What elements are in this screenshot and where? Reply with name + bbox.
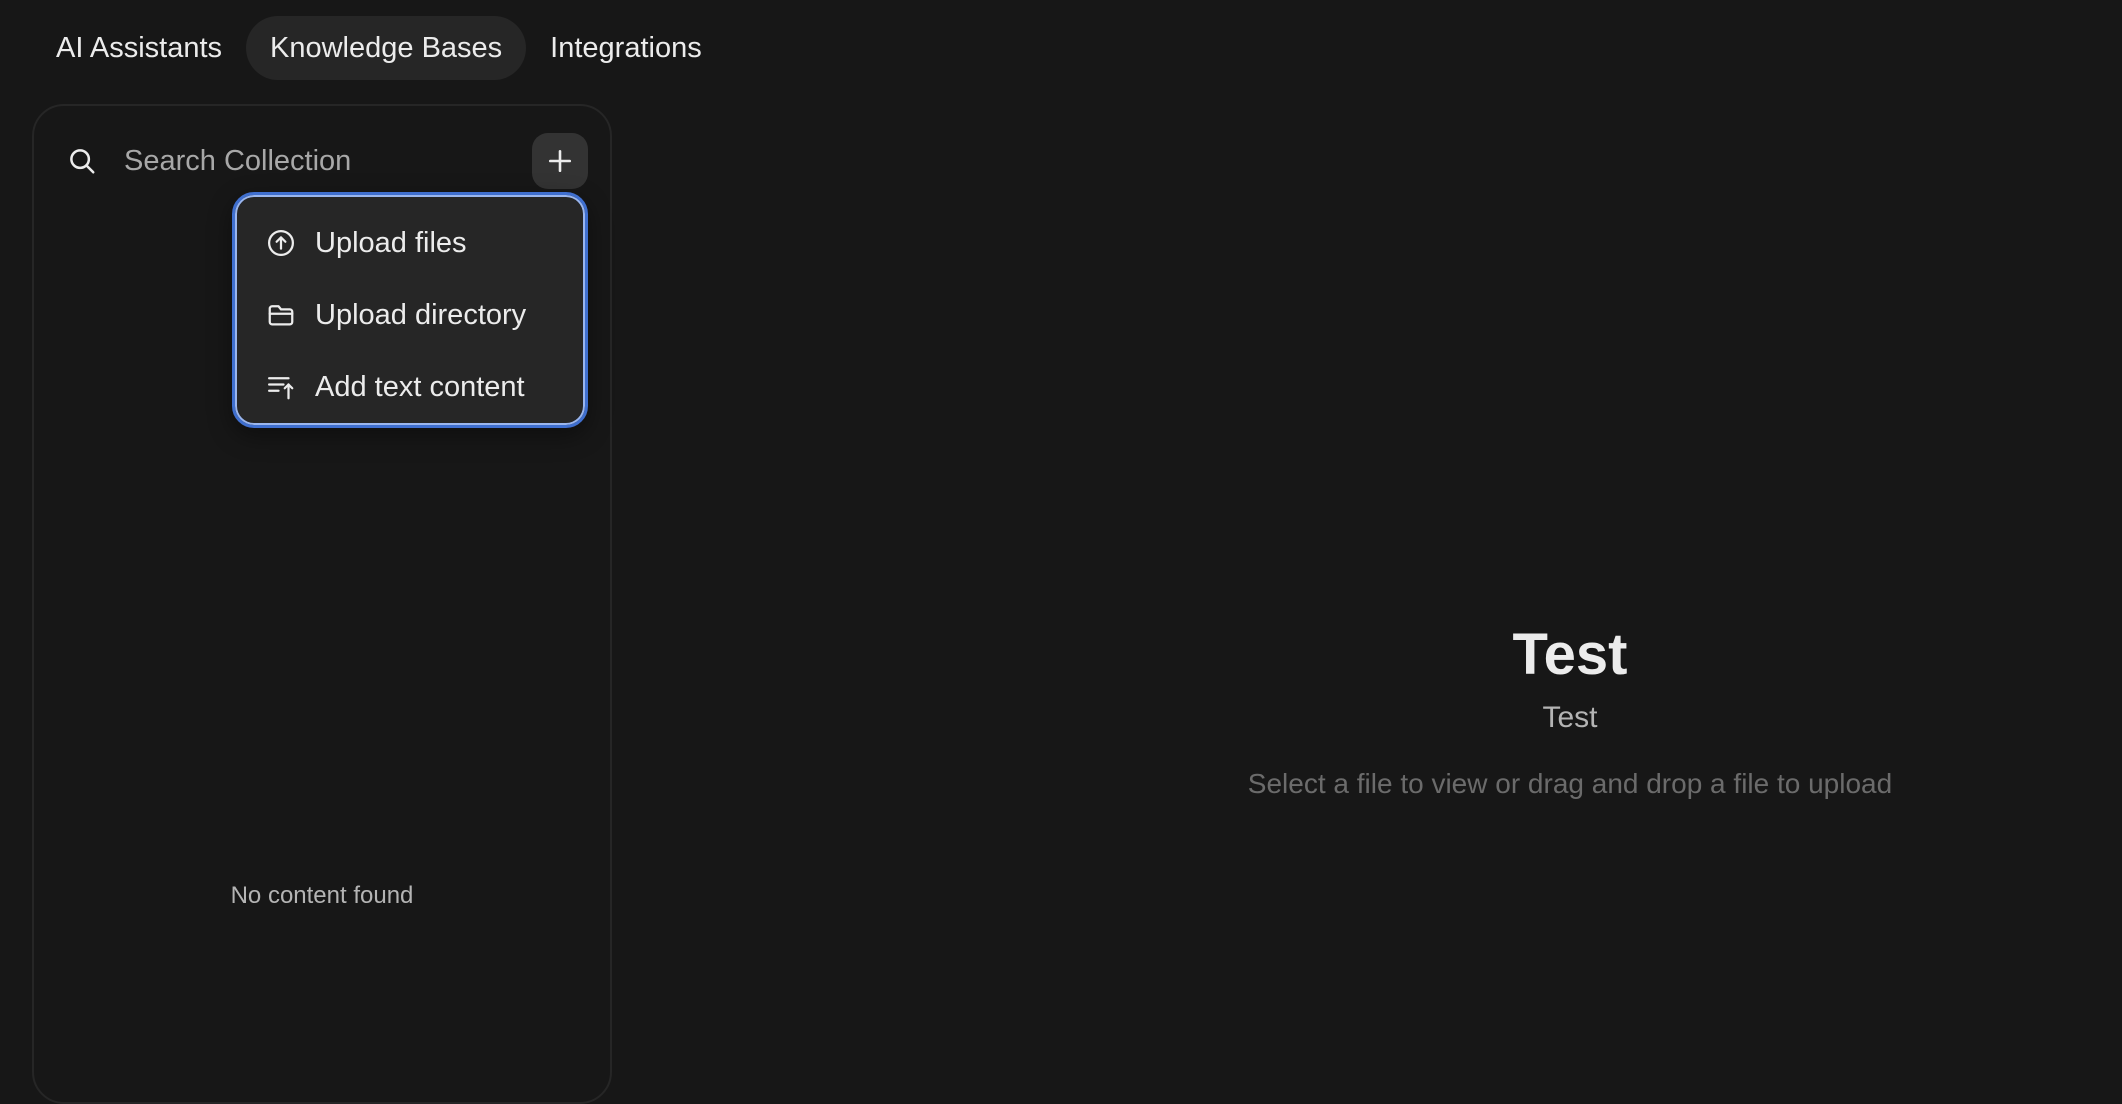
search-row	[64, 132, 588, 190]
add-content-button[interactable]	[532, 133, 588, 189]
search-icon	[64, 143, 100, 179]
tab-knowledge-bases[interactable]: Knowledge Bases	[246, 16, 527, 80]
search-input[interactable]	[122, 136, 532, 186]
menu-item-label: Upload files	[315, 226, 467, 259]
add-content-menu: Upload files Upload directory Add text c…	[232, 192, 588, 428]
knowledge-base-description: Test	[1542, 701, 1598, 734]
tab-ai-assistants[interactable]: AI Assistants	[32, 16, 246, 80]
menu-item-label: Upload directory	[315, 298, 527, 331]
plus-icon	[547, 148, 573, 174]
menu-item-add-text-content[interactable]: Add text content	[245, 351, 575, 423]
menu-item-upload-files[interactable]: Upload files	[245, 207, 575, 279]
knowledge-base-title: Test	[1512, 622, 1628, 687]
upload-hint: Select a file to view or drag and drop a…	[1247, 768, 1893, 799]
upload-circle-icon	[265, 227, 297, 259]
empty-state-text: No content found	[230, 882, 414, 909]
text-upload-icon	[265, 371, 297, 403]
tab-integrations[interactable]: Integrations	[526, 16, 726, 80]
empty-state: Test Test Select a file to view or drag …	[1120, 620, 2020, 800]
top-tabs: AI Assistants Knowledge Bases Integratio…	[32, 16, 726, 80]
menu-item-upload-directory[interactable]: Upload directory	[245, 279, 575, 351]
folder-open-icon	[265, 299, 297, 331]
menu-item-label: Add text content	[315, 370, 525, 403]
